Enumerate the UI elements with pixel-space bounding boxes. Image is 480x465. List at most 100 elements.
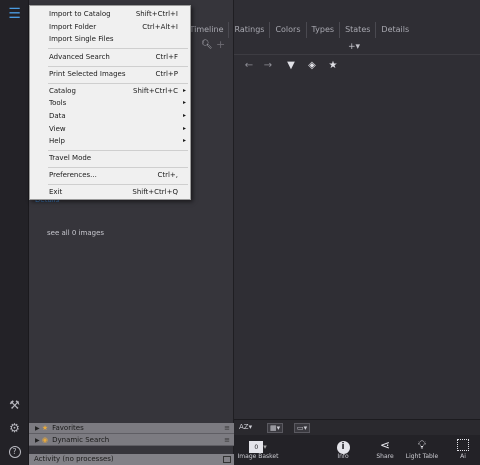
info-icon: i [331, 435, 355, 454]
bottom-panels: ▶ ★ Favorites ≡ ▶ ◉ Dynamic Search ≡ Act… [29, 423, 234, 465]
menu-item-label: Import Single Files [49, 35, 114, 43]
search-icon[interactable]: 🔍︎ [201, 40, 212, 50]
menu-item-travel-mode[interactable]: Travel Mode [30, 152, 190, 164]
menu-item-label: Travel Mode [49, 154, 92, 162]
menu-item-exit[interactable]: Exit Shift+Ctrl+Q [30, 186, 190, 198]
menu-item-label: Help [49, 137, 65, 145]
image-basket-button[interactable]: 0 ▾ Image Basket [237, 435, 279, 465]
ai-label: Ai [460, 453, 466, 460]
toolbar-divider [234, 54, 480, 55]
menu-separator [48, 83, 188, 84]
filter-icon[interactable]: ▼ [285, 60, 297, 72]
info-label: Info [337, 453, 349, 460]
menu-separator [48, 150, 188, 151]
menu-item-shortcut: Shift+Ctrl+I [135, 10, 178, 18]
submenu-arrow-icon: ▸ [182, 87, 186, 94]
menu-item-label: Catalog [49, 87, 76, 95]
menu-item-import-folder[interactable]: Import Folder Ctrl+Alt+I [30, 21, 190, 33]
lightbulb-icon: 💡︎ [417, 438, 427, 452]
share-icon: ⋖ [379, 438, 391, 452]
menu-item-shortcut: Shift+Ctrl+C [133, 87, 178, 95]
layers-icon[interactable]: ◈ [306, 60, 318, 72]
menu-separator [48, 167, 188, 168]
sort-order-button[interactable]: AZ▾ [237, 423, 254, 433]
menu-item-label: Exit [49, 188, 63, 196]
menu-item-label: Data [49, 112, 66, 120]
submenu-arrow-icon: ▸ [182, 125, 186, 132]
dynamic-search-icon: ◉ [41, 436, 48, 444]
menu-item-shortcut: Ctrl+P [155, 70, 178, 78]
submenu-arrow-icon: ▸ [182, 137, 186, 144]
menu-item-tools[interactable]: Tools ▸ [30, 97, 190, 109]
menu-item-label: Import to Catalog [49, 10, 111, 18]
tab-colors[interactable]: Colors [269, 22, 305, 38]
light-table-label: Light Table [405, 453, 439, 460]
main-menu-dropdown: Import to Catalog Shift+Ctrl+I Import Fol… [29, 5, 191, 200]
tab-states[interactable]: States [339, 22, 375, 38]
menu-item-shortcut: Ctrl+Alt+I [142, 23, 178, 31]
image-basket-label: Image Basket [237, 453, 279, 460]
ai-button[interactable]: Ai [452, 435, 474, 465]
submenu-arrow-icon: ▸ [182, 99, 186, 106]
menu-item-shortcut: Ctrl+F [155, 53, 178, 61]
star-icon[interactable]: ★ [327, 60, 339, 72]
back-arrow-icon[interactable]: ← [243, 60, 255, 72]
menu-item-shortcut: Shift+Ctrl+Q [132, 188, 178, 196]
expand-arrow-icon[interactable]: ▶ [35, 437, 40, 444]
favorites-panel-header[interactable]: ▶ ★ Favorites ≡ [29, 423, 234, 434]
menu-item-catalog[interactable]: Catalog Shift+Ctrl+C ▸ [30, 85, 190, 97]
panel-grip-icon[interactable]: ≡ [224, 434, 230, 446]
menu-separator [48, 48, 188, 49]
menu-item-import-to-catalog[interactable]: Import to Catalog Shift+Ctrl+I [30, 8, 190, 20]
sort-bar: AZ▾ ▦▾ ▭▾ [234, 419, 480, 435]
panel-grip-icon[interactable]: ≡ [224, 423, 230, 434]
menu-item-label: Tools [49, 99, 67, 107]
light-table-button[interactable]: 💡︎ Light Table [403, 435, 441, 465]
menu-item-view[interactable]: View ▸ [30, 123, 190, 135]
menu-item-preferences[interactable]: Preferences... Ctrl+, [30, 169, 190, 181]
add-tab-dropdown[interactable]: +▾ [348, 42, 360, 52]
menu-separator [48, 184, 188, 185]
menu-item-label: Import Folder [49, 23, 97, 31]
activity-status: Activity (no processes) [29, 454, 234, 465]
forward-arrow-icon[interactable]: → [262, 60, 274, 72]
menu-item-label: View [49, 125, 66, 133]
info-button[interactable]: i Info [331, 435, 355, 465]
tools-icon[interactable]: ⚒ [7, 398, 22, 413]
ai-chip-icon [452, 435, 474, 453]
tab-types[interactable]: Types [305, 22, 340, 38]
add-tab-button[interactable]: + [216, 38, 225, 51]
grid-view-button[interactable]: ▦▾ [267, 423, 284, 433]
tab-ratings[interactable]: Ratings [228, 22, 269, 38]
submenu-arrow-icon: ▸ [182, 112, 186, 119]
activity-label: Activity (no processes) [34, 455, 114, 463]
star-icon: ★ [41, 424, 49, 432]
dynamic-search-label: Dynamic Search [52, 436, 110, 444]
hamburger-menu-icon[interactable]: ☰ [7, 7, 22, 22]
view-options-button[interactable]: ▭▾ [294, 423, 311, 433]
menu-item-import-single-files[interactable]: Import Single Files [30, 33, 190, 45]
menu-item-label: Advanced Search [49, 53, 110, 61]
menu-item-label: Print Selected Images [49, 70, 126, 78]
menu-item-print-selected-images[interactable]: Print Selected Images Ctrl+P [30, 68, 190, 80]
filter-tabs: rs Timeline Ratings Colors Types States … [166, 22, 414, 38]
tab-details[interactable]: Details [375, 22, 414, 38]
gear-icon[interactable]: ⚙ [7, 421, 22, 436]
basket-icon: 0 ▾ [237, 435, 279, 453]
share-label: Share [376, 453, 394, 460]
menu-item-advanced-search[interactable]: Advanced Search Ctrl+F [30, 51, 190, 63]
menu-item-shortcut: Ctrl+, [157, 171, 178, 179]
see-all-images-link[interactable]: see all 0 images [47, 229, 104, 237]
expand-arrow-icon[interactable]: ▶ [35, 425, 40, 432]
share-button[interactable]: ⋖ Share [373, 435, 397, 465]
menu-item-help[interactable]: Help ▸ [30, 135, 190, 147]
menu-separator [48, 66, 188, 67]
help-icon[interactable]: ? [7, 444, 22, 459]
expand-window-icon[interactable] [223, 456, 231, 463]
menu-item-data[interactable]: Data ▸ [30, 110, 190, 122]
basket-count: 0 [249, 441, 264, 453]
bottom-toolbar: 0 ▾ Image Basket i Info ⋖ Share 💡︎ Light … [234, 435, 480, 465]
dynamic-search-panel-header[interactable]: ▶ ◉ Dynamic Search ≡ [29, 434, 234, 446]
favorites-label: Favorites [52, 424, 84, 432]
left-icon-bar: ☰ ⚒ ⚙ ? [0, 0, 29, 465]
